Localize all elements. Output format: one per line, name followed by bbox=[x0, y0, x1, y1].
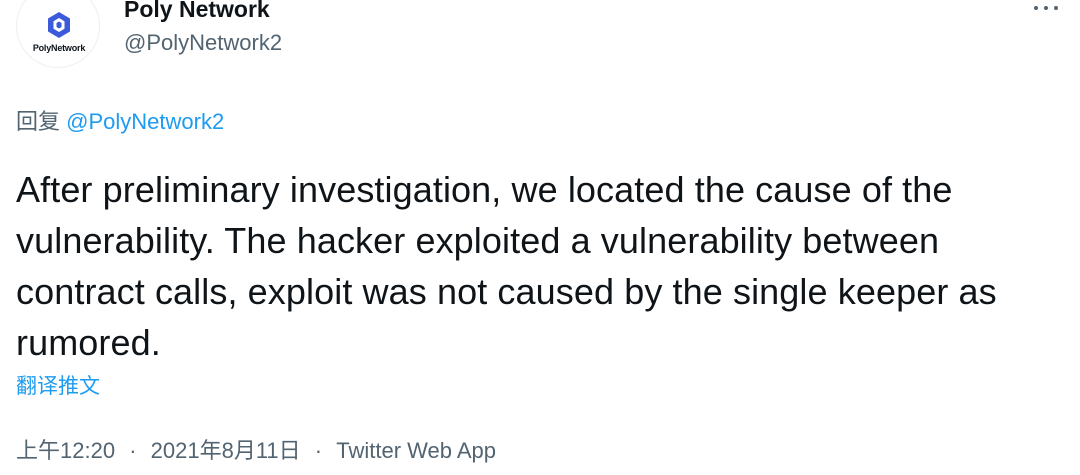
author-handle[interactable]: @PolyNetwork2 bbox=[124, 28, 282, 58]
reply-mention-link[interactable]: @PolyNetwork2 bbox=[66, 109, 224, 134]
tweet-text: After preliminary investigation, we loca… bbox=[16, 169, 997, 363]
tweet-card: PolyNetwork Poly Network @PolyNetwork2 回… bbox=[0, 0, 1080, 475]
meta-separator: · bbox=[129, 438, 137, 463]
tweet-date-link[interactable]: 2021年8月11日 bbox=[151, 438, 301, 463]
avatar-label: PolyNetwork bbox=[32, 43, 86, 53]
poly-network-logo-icon bbox=[48, 12, 70, 38]
meta-separator: · bbox=[314, 438, 323, 463]
tweet-time-link[interactable]: 上午12:20 bbox=[16, 438, 115, 463]
translate-tweet-link[interactable]: 翻译推文 bbox=[16, 372, 100, 402]
author-display-name[interactable]: Poly Network bbox=[124, 0, 270, 24]
more-options-icon[interactable] bbox=[1028, 0, 1064, 22]
reply-context: 回复 @PolyNetwork2 bbox=[16, 106, 224, 138]
avatar[interactable]: PolyNetwork bbox=[16, 0, 100, 68]
tweet-metadata: 上午12:20 · 2021年8月11日 · Twitter Web App bbox=[16, 436, 496, 466]
reply-prefix: 回复 bbox=[16, 109, 61, 134]
tweet-source-link[interactable]: Twitter Web App bbox=[336, 438, 496, 463]
